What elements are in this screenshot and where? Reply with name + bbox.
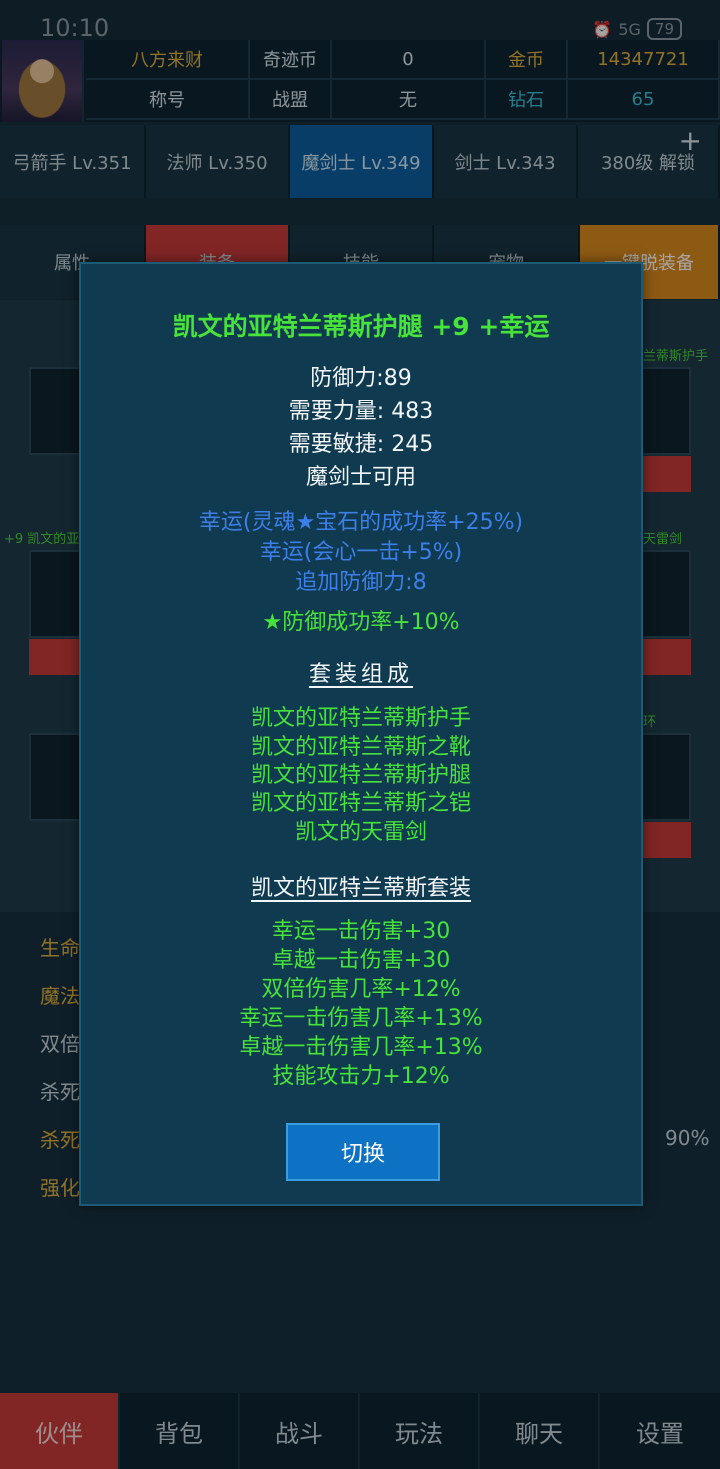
set-bonus: 幸运一击伤害几率+13% [239,1006,483,1031]
set-bonus: 双倍伤害几率+12% [261,977,461,1002]
item-detail-modal: 凯文的亚特兰蒂斯护腿 +9 +幸运 防御力:89 需要力量: 483 需要敏捷:… [79,262,643,1206]
set-item: 凯文的亚特兰蒂斯护手 [250,706,471,731]
set-bonus: 卓越一击伤害+30 [271,948,451,973]
set-bonus: 技能攻击力+12% [272,1064,450,1089]
switch-button[interactable]: 切换 [286,1123,440,1181]
set-header: 套装组成 [308,662,413,687]
set-item: 凯文的亚特兰蒂斯之铠 [250,791,471,816]
item-excellent-option: ★防御成功率+10% [262,610,460,635]
set-item: 凯文的天雷剑 [294,820,427,845]
item-req-strength: 需要力量: 483 [288,399,434,424]
item-req-agility: 需要敏捷: 245 [288,432,434,457]
item-title: 凯文的亚特兰蒂斯护腿 +9 +幸运 [172,312,550,341]
set-bonus: 卓越一击伤害几率+13% [239,1035,483,1060]
item-usable-class: 魔剑士可用 [305,465,416,490]
set-item: 凯文的亚特兰蒂斯之靴 [250,735,471,760]
item-luck-line: 幸运(灵魂★宝石的成功率+25%) [198,510,524,535]
item-defense: 防御力:89 [310,366,412,391]
set-bonus: 幸运一击伤害+30 [271,919,451,944]
item-extra-defense: 追加防御力:8 [295,570,427,595]
item-luck-line: 幸运(会心一击+5%) [259,540,463,565]
set-name: 凯文的亚特兰蒂斯套装 [250,876,471,901]
set-item: 凯文的亚特兰蒂斯护腿 [250,763,471,788]
